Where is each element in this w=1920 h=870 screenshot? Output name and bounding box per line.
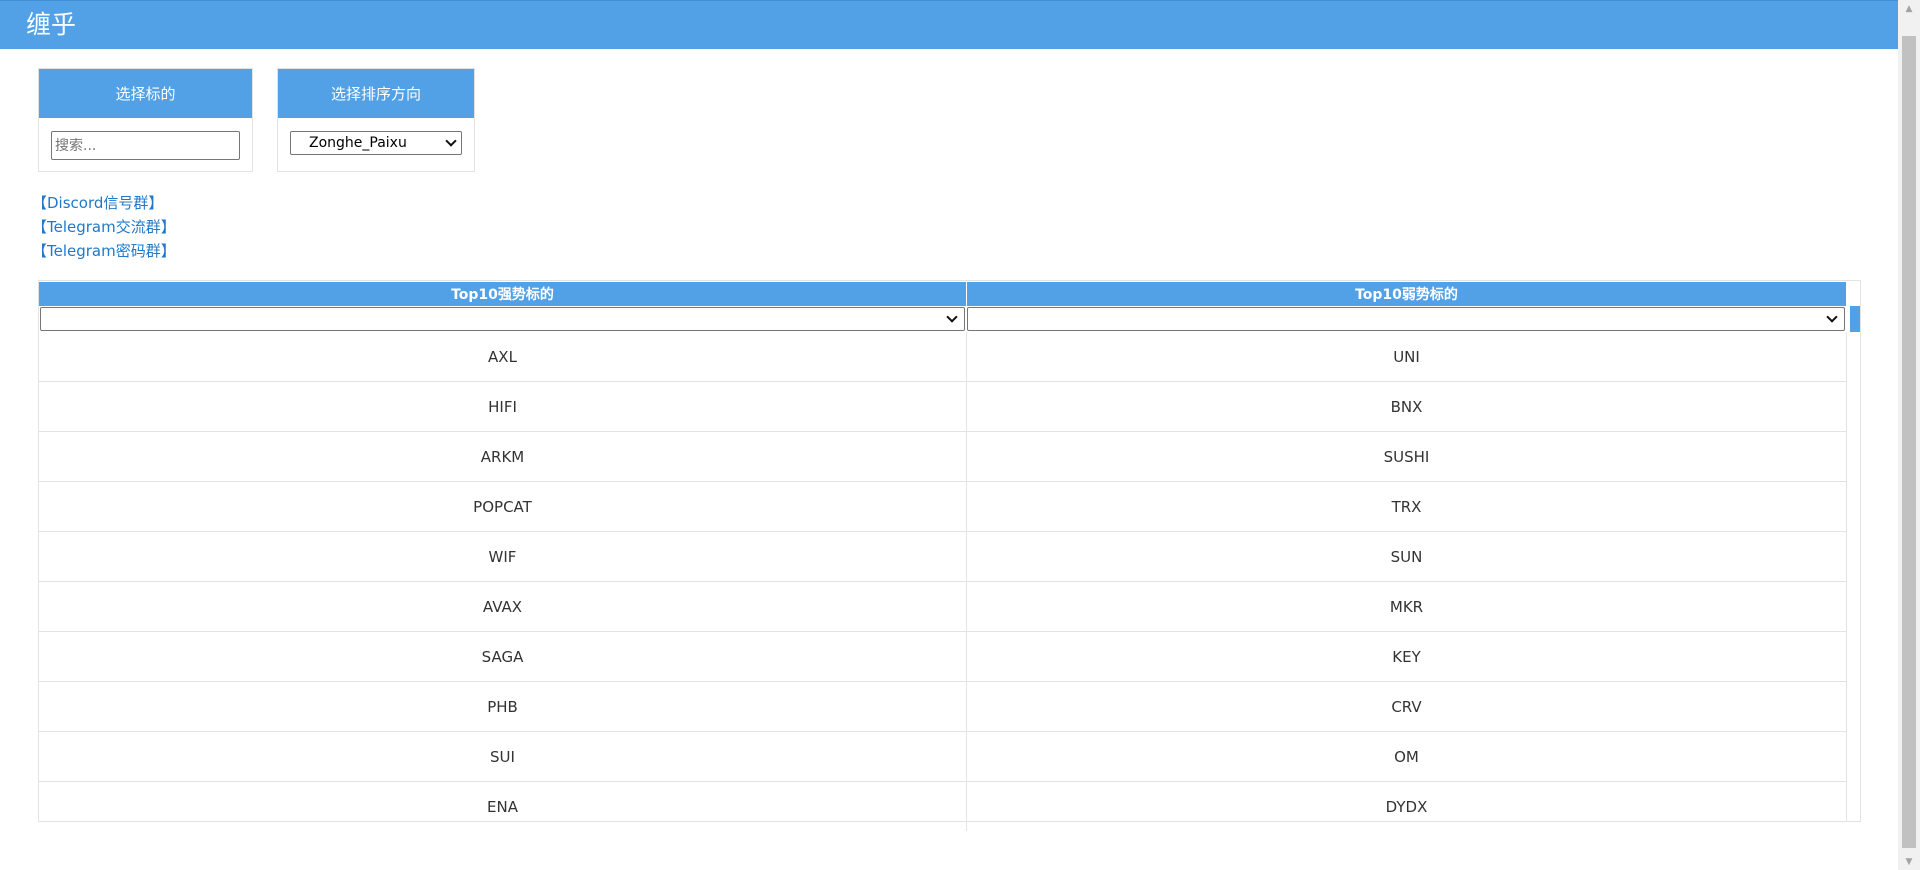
weak-symbol-cell[interactable]: TRX bbox=[967, 482, 1846, 531]
weak-symbol-cell[interactable]: CRV bbox=[967, 682, 1846, 731]
weak-symbol-cell[interactable]: MKR bbox=[967, 582, 1846, 631]
weak-symbol-cell[interactable]: DYDX bbox=[967, 782, 1846, 831]
table-row: PHB CRV bbox=[39, 682, 1846, 732]
weak-symbol-cell[interactable]: OM bbox=[967, 732, 1846, 781]
strong-symbol-cell[interactable]: ARKM bbox=[39, 432, 967, 481]
table-row: SAGA KEY bbox=[39, 632, 1846, 682]
top-header: 缠乎 bbox=[0, 0, 1898, 49]
weak-symbol-cell[interactable]: UNI bbox=[967, 332, 1846, 381]
column-header-weak[interactable]: Top10弱势标的 bbox=[967, 282, 1846, 306]
strong-symbol-cell[interactable]: AVAX bbox=[39, 582, 967, 631]
table-side-strip-fill bbox=[1850, 306, 1860, 332]
chevron-down-icon bbox=[1826, 311, 1838, 323]
table-side-divider bbox=[1846, 332, 1847, 822]
strong-column-filter-select[interactable] bbox=[40, 307, 965, 331]
strong-symbol-cell[interactable]: SUI bbox=[39, 732, 967, 781]
sort-direction-value: Zonghe_Paixu bbox=[309, 135, 407, 151]
table-row: WIF SUN bbox=[39, 532, 1846, 582]
table-row: POPCAT TRX bbox=[39, 482, 1846, 532]
table-row: ENA DYDX bbox=[39, 782, 1846, 831]
scroll-up-arrow-icon[interactable]: ▲ bbox=[1898, 0, 1920, 17]
telegram-chat-link[interactable]: 【Telegram交流群】 bbox=[32, 215, 176, 239]
table-row: SUI OM bbox=[39, 732, 1846, 782]
strong-symbol-cell[interactable]: SAGA bbox=[39, 632, 967, 681]
table-body: AXL UNI HIFI BNX ARKM SUSHI POPCAT TRX W… bbox=[39, 332, 1846, 831]
site-title: 缠乎 bbox=[26, 10, 77, 39]
discord-link[interactable]: 【Discord信号群】 bbox=[32, 191, 176, 215]
strong-symbol-cell[interactable]: POPCAT bbox=[39, 482, 967, 531]
page: 缠乎 ▲ ▼ 选择标的 选择排序方向 Zonghe_Paixu 【Discord… bbox=[0, 0, 1920, 870]
vertical-scrollbar[interactable]: ▲ ▼ bbox=[1898, 0, 1920, 870]
weak-symbol-cell[interactable]: SUN bbox=[967, 532, 1846, 581]
symbol-filter-label: 选择标的 bbox=[39, 69, 252, 118]
symbol-filter-panel: 选择标的 bbox=[38, 68, 253, 172]
scroll-down-arrow-icon[interactable]: ▼ bbox=[1898, 853, 1920, 870]
sort-filter-label: 选择排序方向 bbox=[278, 69, 474, 118]
chevron-down-icon bbox=[946, 311, 958, 323]
table-side-strip bbox=[1847, 306, 1860, 332]
table-row: HIFI BNX bbox=[39, 382, 1846, 432]
sort-direction-select[interactable]: Zonghe_Paixu bbox=[290, 131, 462, 155]
chevron-down-icon bbox=[445, 135, 457, 147]
community-links: 【Discord信号群】 【Telegram交流群】 【Telegram密码群】 bbox=[32, 191, 176, 263]
weak-symbol-cell[interactable]: BNX bbox=[967, 382, 1846, 431]
table-row: AXL UNI bbox=[39, 332, 1846, 382]
strong-symbol-cell[interactable]: PHB bbox=[39, 682, 967, 731]
column-header-strong[interactable]: Top10强势标的 bbox=[39, 282, 967, 306]
weak-symbol-cell[interactable]: KEY bbox=[967, 632, 1846, 681]
table-row: ARKM SUSHI bbox=[39, 432, 1846, 482]
weak-symbol-cell[interactable]: SUSHI bbox=[967, 432, 1846, 481]
symbol-search-input[interactable] bbox=[51, 131, 240, 160]
weak-column-filter-select[interactable] bbox=[967, 307, 1845, 331]
strong-symbol-cell[interactable]: ENA bbox=[39, 782, 967, 831]
strong-symbol-cell[interactable]: WIF bbox=[39, 532, 967, 581]
scroll-thumb[interactable] bbox=[1902, 36, 1916, 848]
ranking-table: Top10强势标的 Top10弱势标的 AXL UNI HIFI BNX ARK… bbox=[38, 280, 1861, 831]
telegram-crypto-link[interactable]: 【Telegram密码群】 bbox=[32, 239, 176, 263]
strong-symbol-cell[interactable]: HIFI bbox=[39, 382, 967, 431]
sort-filter-panel: 选择排序方向 Zonghe_Paixu bbox=[277, 68, 475, 172]
table-row: AVAX MKR bbox=[39, 582, 1846, 632]
strong-symbol-cell[interactable]: AXL bbox=[39, 332, 967, 381]
